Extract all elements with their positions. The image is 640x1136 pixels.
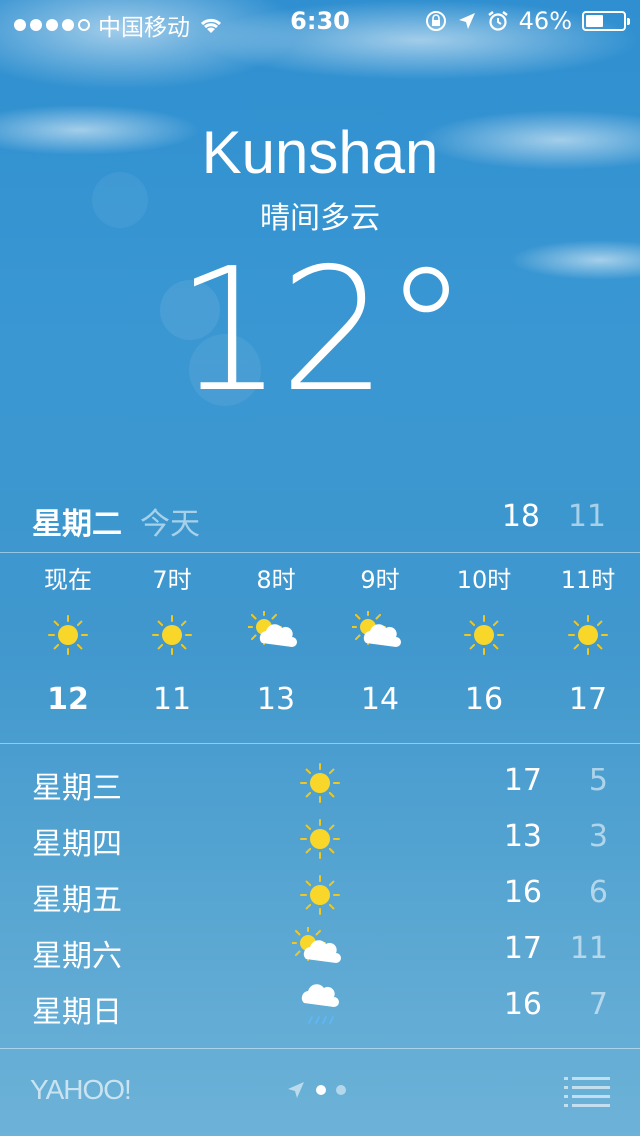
rain-cloud-icon: [301, 984, 339, 1024]
divider: [0, 743, 640, 744]
city-list-icon[interactable]: [564, 1074, 610, 1110]
hour-temp: 14: [360, 682, 400, 717]
day-low-temp: 7: [588, 987, 608, 1022]
daily-row: 星期四 13 3: [0, 811, 640, 867]
hourly-item: 8时 13: [224, 560, 328, 730]
current-temperature: 12°: [175, 232, 468, 430]
day-name: 星期日: [32, 995, 122, 1030]
alarm-clock-icon: [487, 11, 508, 31]
day-high-temp: 17: [503, 931, 542, 966]
today-summary: 星期二 今天 18 11: [0, 494, 640, 542]
day-high-temp: 13: [503, 819, 542, 854]
partly-cloudy-icon: [292, 927, 341, 963]
yahoo-logo[interactable]: YAHOO!: [30, 1074, 132, 1106]
hour-temp: 11: [152, 682, 192, 717]
sun-icon: [152, 615, 192, 655]
divider: [0, 1048, 640, 1049]
day-high-temp: 17: [503, 763, 542, 798]
battery-percent: 46%: [518, 7, 572, 35]
daily-row: 星期五 16 6: [0, 867, 640, 923]
hourly-item: 10时 16: [432, 560, 536, 730]
bottom-toolbar: YAHOO!: [0, 1050, 640, 1136]
hour-time: 9时: [360, 566, 400, 594]
day-name: 星期三: [32, 771, 122, 806]
hour-time: 11时: [560, 566, 616, 594]
daily-forecast[interactable]: 星期三 17 5 星期四 13 3 星期五 16 6 星期六 17 11 星期日 16 7: [0, 755, 640, 1035]
sun-icon: [48, 615, 88, 655]
sun-icon: [300, 875, 340, 915]
hour-temp: 17: [568, 682, 608, 717]
sun-icon: [300, 819, 340, 859]
city-name: Kunshan: [201, 119, 439, 186]
hourly-item: 9时 14: [328, 560, 432, 730]
hour-temp: 13: [256, 682, 296, 717]
hour-temp: 16: [464, 682, 504, 717]
weather-condition: 晴间多云: [260, 201, 380, 236]
page-dot[interactable]: [336, 1085, 346, 1095]
hourly-item: 现在 12: [16, 560, 120, 730]
rotation-lock-icon: [425, 11, 446, 31]
partly-cloudy-icon: [248, 611, 297, 647]
day-name: 星期五: [32, 883, 122, 918]
status-bar: 中国移动 6:30 46%: [0, 0, 640, 41]
day-low-temp: 6: [588, 875, 608, 910]
battery-icon: [582, 11, 630, 31]
daily-row: 星期六 17 11: [0, 923, 640, 979]
day-name: 星期六: [32, 939, 122, 974]
hour-time: 7时: [152, 566, 192, 594]
sun-icon: [568, 615, 608, 655]
divider: [0, 552, 640, 553]
day-low-temp: 3: [588, 819, 608, 854]
hour-time: 8时: [256, 566, 296, 594]
day-low-temp: 11: [569, 931, 608, 966]
today-low-temp: 11: [567, 499, 606, 534]
page-dot[interactable]: [316, 1085, 326, 1095]
battery-fill: [586, 15, 603, 27]
today-day-name: 星期二: [32, 507, 122, 542]
page-indicator[interactable]: [286, 1080, 346, 1100]
day-low-temp: 5: [588, 763, 608, 798]
hour-temp: 12: [47, 682, 89, 717]
hourly-item: 7时 11: [120, 560, 224, 730]
sun-icon: [464, 615, 504, 655]
hour-time: 10时: [456, 566, 512, 594]
today-high-temp: 18: [501, 499, 540, 534]
location-arrow-icon: [458, 13, 475, 29]
sun-icon: [300, 763, 340, 803]
day-name: 星期四: [32, 827, 122, 862]
location-arrow-icon: [288, 1082, 304, 1098]
daily-row: 星期三 17 5: [0, 755, 640, 811]
partly-cloudy-icon: [352, 611, 401, 647]
daily-row: 星期日 16 7: [0, 979, 640, 1035]
hour-time: 现在: [44, 566, 92, 594]
day-high-temp: 16: [503, 987, 542, 1022]
day-high-temp: 16: [503, 875, 542, 910]
hourly-item: 11时 17: [536, 560, 640, 730]
hourly-forecast[interactable]: 现在 12 7时 11 8时 13 9时 14 10时 16 11时 17: [0, 560, 640, 740]
today-label: 今天: [140, 507, 200, 542]
